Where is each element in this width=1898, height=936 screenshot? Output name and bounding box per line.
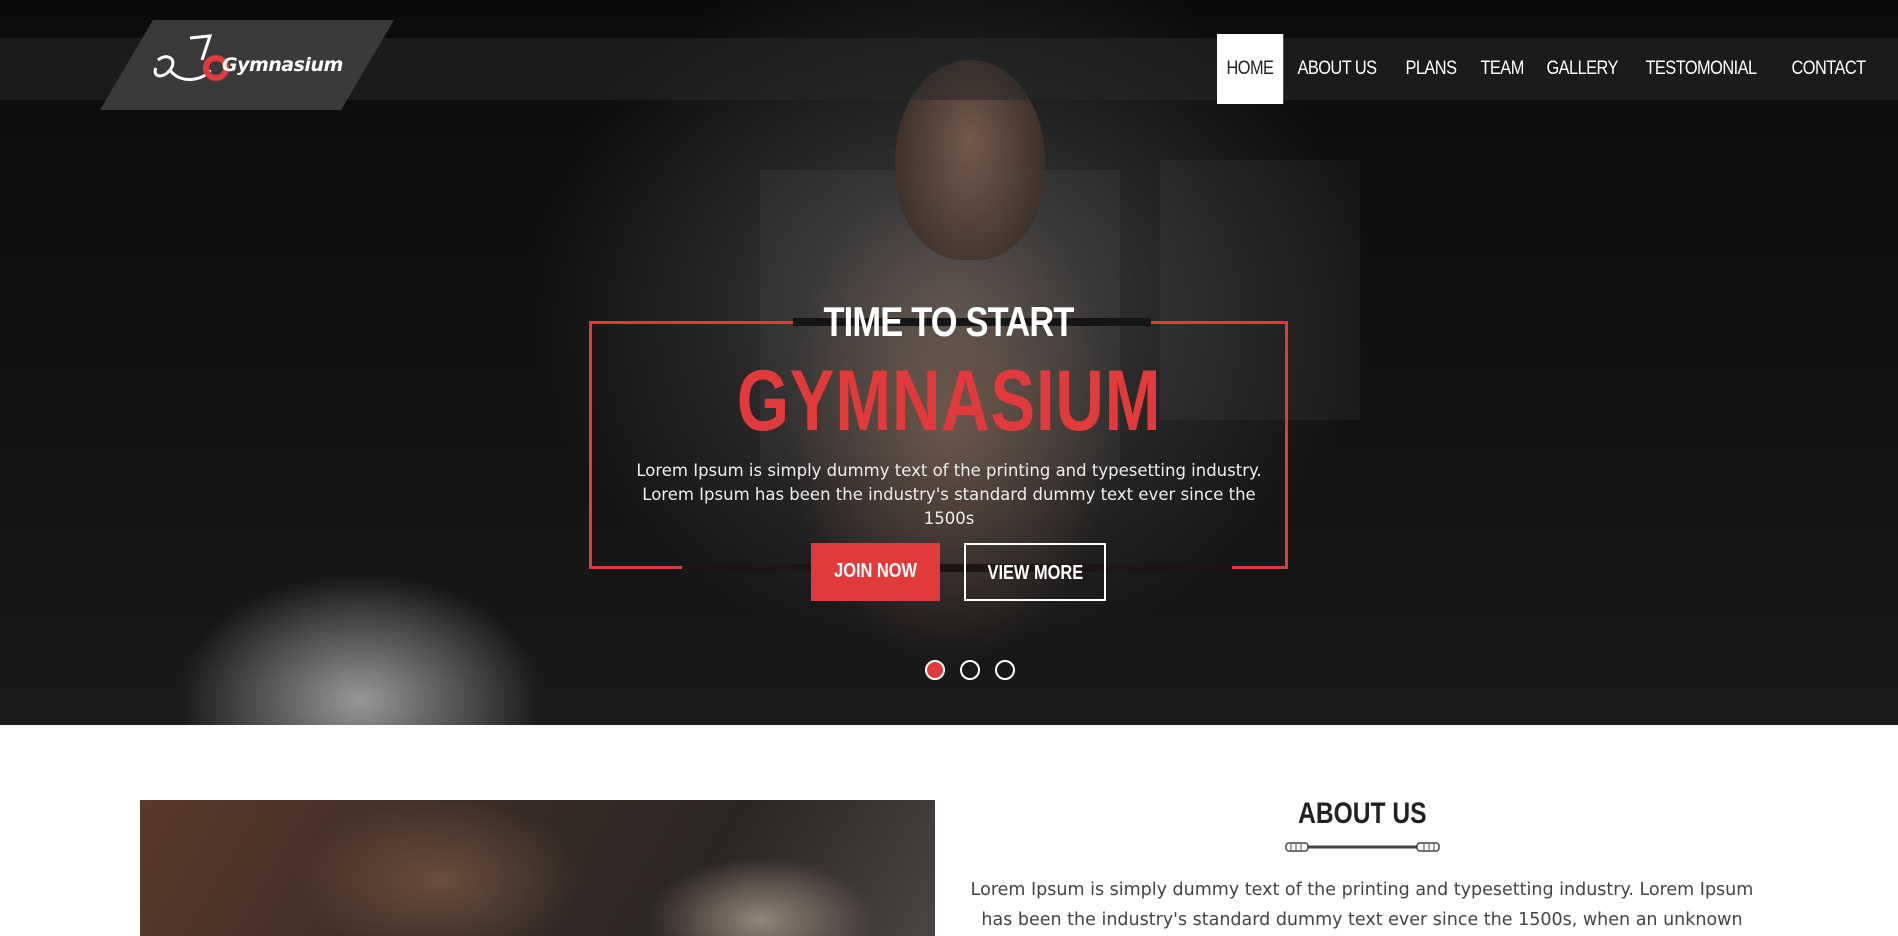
slider-dot-2[interactable] — [960, 660, 980, 680]
slider-dot-1[interactable] — [925, 660, 945, 680]
about-text: Lorem Ipsum is simply dummy text of the … — [970, 880, 1754, 930]
join-now-button[interactable]: JOIN NOW — [811, 543, 940, 601]
logo-text: Gymnasium — [222, 54, 343, 76]
hero-title: GYMNASIUM — [736, 353, 1162, 449]
nav-item-testomonial[interactable]: TESTOMONIAL — [1636, 34, 1766, 104]
hero-slider: Gymnasium HOME ABOUT US PLANS TEAM GALLE… — [0, 0, 1898, 725]
hero-description: Lorem Ipsum is simply dummy text of the … — [636, 461, 1262, 528]
slider-dot-3[interactable] — [995, 660, 1015, 680]
hero-kicker: TIME TO START — [823, 298, 1075, 345]
slider-dots — [925, 660, 1015, 680]
about-image — [140, 800, 935, 936]
logo-icon — [153, 34, 229, 81]
barbell-divider-icon — [1285, 842, 1440, 852]
nav-item-contact[interactable]: CONTACT — [1782, 34, 1875, 104]
about-title: ABOUT US — [1298, 797, 1427, 830]
nav-item-about-us[interactable]: ABOUT US — [1288, 34, 1386, 104]
nav-item-gallery[interactable]: GALLERY — [1537, 34, 1627, 104]
frame-gap-bottom — [682, 564, 1232, 572]
main-nav: HOME ABOUT US PLANS TEAM GALLERY TESTOMO… — [1217, 34, 1884, 104]
nav-item-plans[interactable]: PLANS — [1396, 34, 1466, 104]
nav-item-team[interactable]: TEAM — [1471, 34, 1533, 104]
nav-item-home[interactable]: HOME — [1217, 34, 1283, 104]
view-more-button[interactable]: VIEW MORE — [964, 543, 1106, 601]
